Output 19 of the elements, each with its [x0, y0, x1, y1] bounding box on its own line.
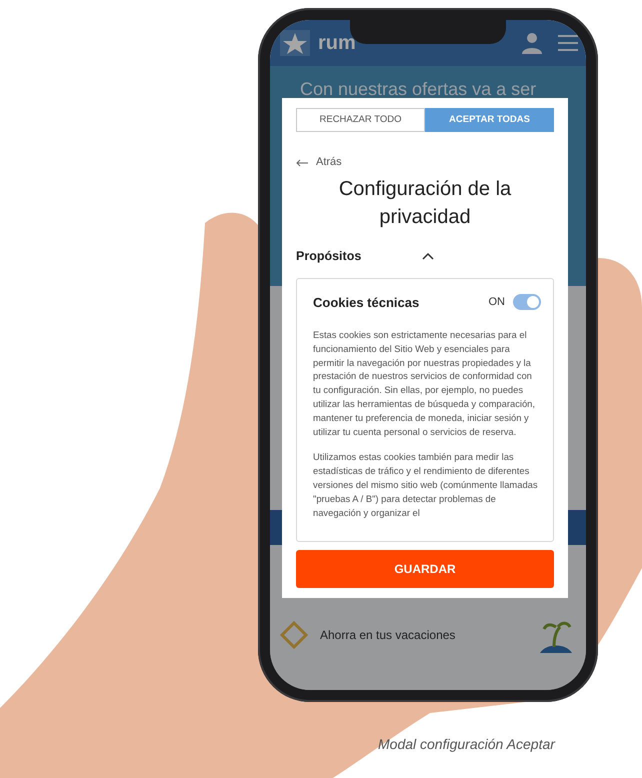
modal-title: Configuración de la privacidad — [338, 176, 512, 230]
cookie-description: Estas cookies son estrictamente necesarias para el funcionamiento del Sitio Web y esenciales para permitir la navegación por nuestras propiedades y la prestación de nuestros servicios de conformidad con tu configuración. Sin ellas, por ejemplo, no puedes utilizar las herramientas de búsqueda y comparación, mantener tu preferencia de moneda, iniciar sesión y utilizar tu cuenta personal o servicios de reserva. — [313, 328, 536, 438]
promo-text: Ahorra en tus vacaciones — [320, 627, 456, 644]
toggle-label: ON — [488, 295, 505, 310]
user-icon[interactable] — [522, 32, 542, 54]
cookie-description: Utilizamos estas cookies también para medir las estadísticas de tráfico y el rendimiento de diferentes versiones del mismo sitio web (comúnmente llamadas "pruebas A / B") para detectar problemas de navegación y organizar el — [313, 450, 539, 520]
back-link[interactable]: Atrás — [316, 154, 342, 171]
logo-icon — [280, 30, 310, 56]
cookie-title: Cookies técnicas — [313, 294, 420, 312]
caret-icon[interactable] — [421, 251, 436, 262]
section-label[interactable]: Propósitos — [296, 246, 362, 266]
hero-text: Con nuestras ofertas va a ser — [300, 78, 538, 101]
logo-text: rum — [318, 31, 356, 56]
caption: Modal configuración Aceptar — [378, 735, 555, 754]
tag-icon — [280, 621, 308, 649]
back-arrow-icon[interactable] — [296, 158, 308, 166]
menu-icon[interactable] — [558, 35, 578, 51]
consent-button[interactable]: RECHAZAR TODO — [296, 108, 425, 132]
toggle-switch[interactable] — [513, 294, 541, 310]
